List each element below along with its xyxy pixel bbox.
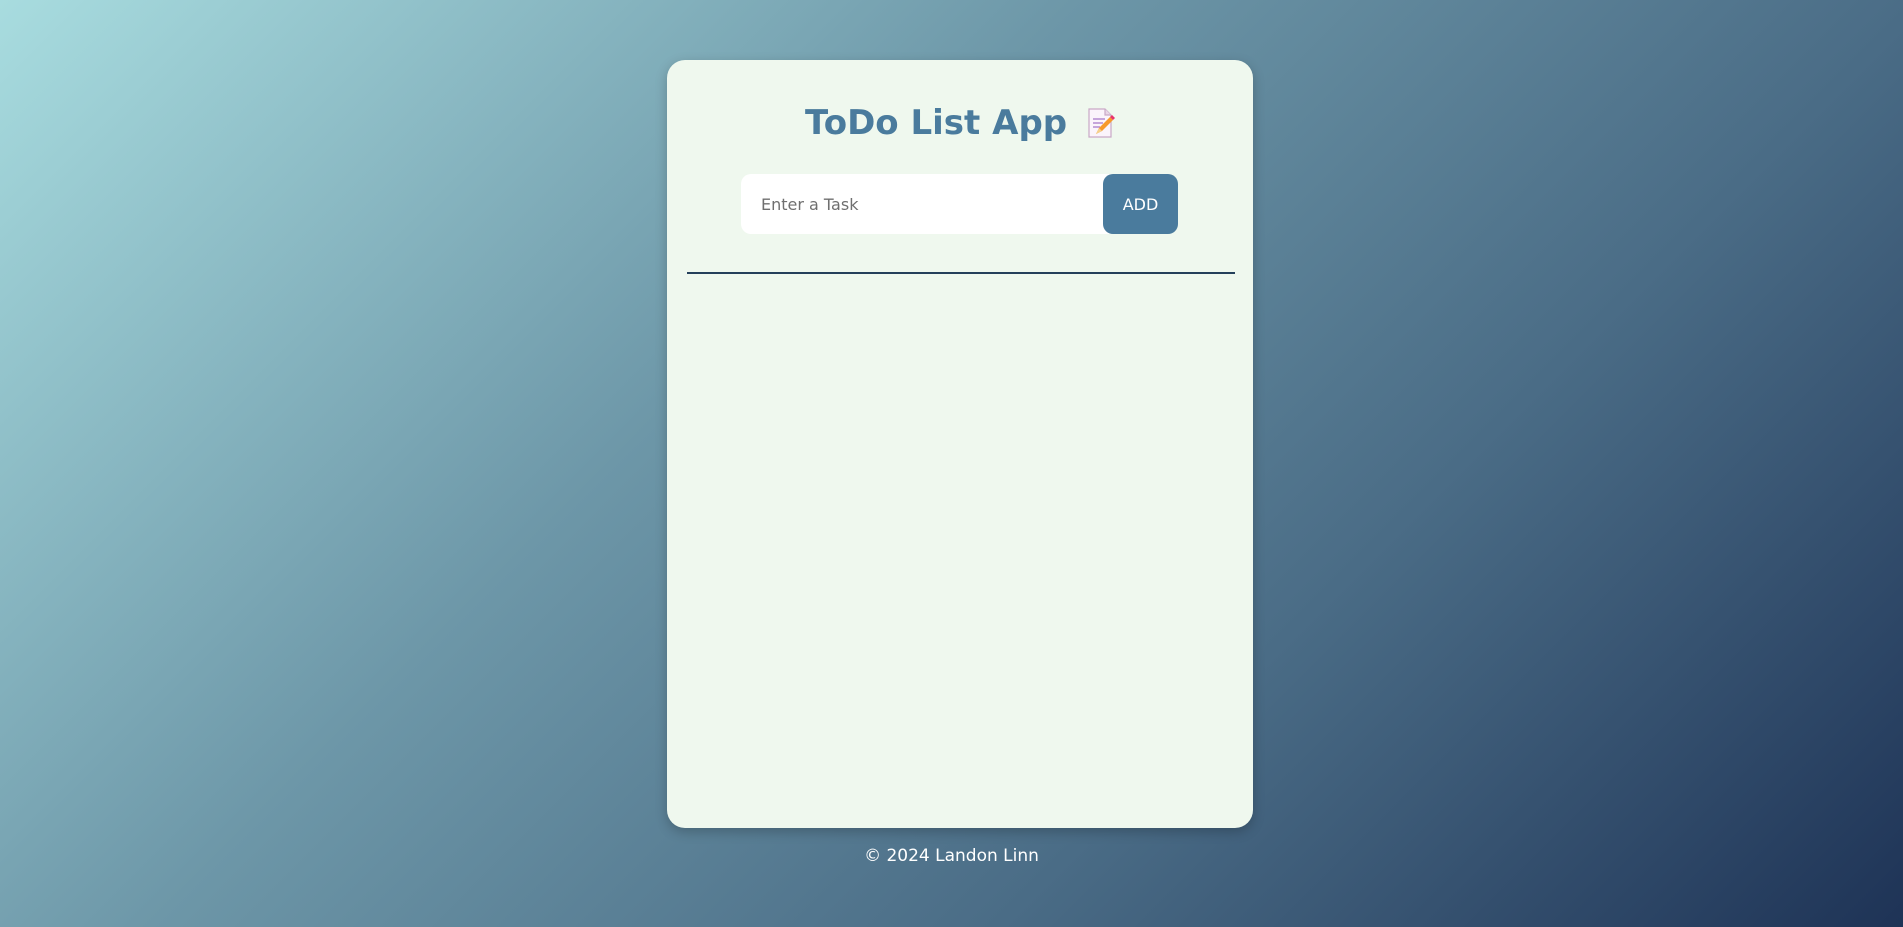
page-title: ToDo List App [667,103,1253,144]
footer-copyright: © 2024 Landon Linn [864,846,1039,866]
add-task-form: ADD [741,174,1178,234]
task-list [687,282,1235,802]
add-button[interactable]: ADD [1103,174,1178,234]
page-title-text: ToDo List App [805,103,1068,143]
divider [687,272,1235,274]
todo-card: ToDo List App ADD [667,60,1253,828]
memo-icon [1088,107,1115,138]
task-input[interactable] [741,174,1113,234]
